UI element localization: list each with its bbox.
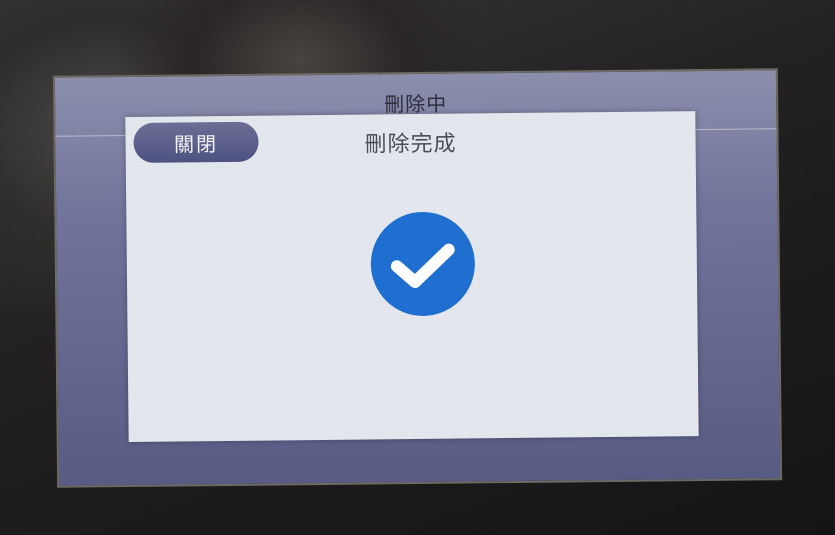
check-circle-icon: [370, 211, 475, 316]
completion-dialog: 關閉 刪除完成: [125, 111, 699, 443]
dialog-title: 刪除完成: [364, 131, 457, 158]
device-screen: 刪除中 關閉 刪除完成: [52, 68, 783, 488]
